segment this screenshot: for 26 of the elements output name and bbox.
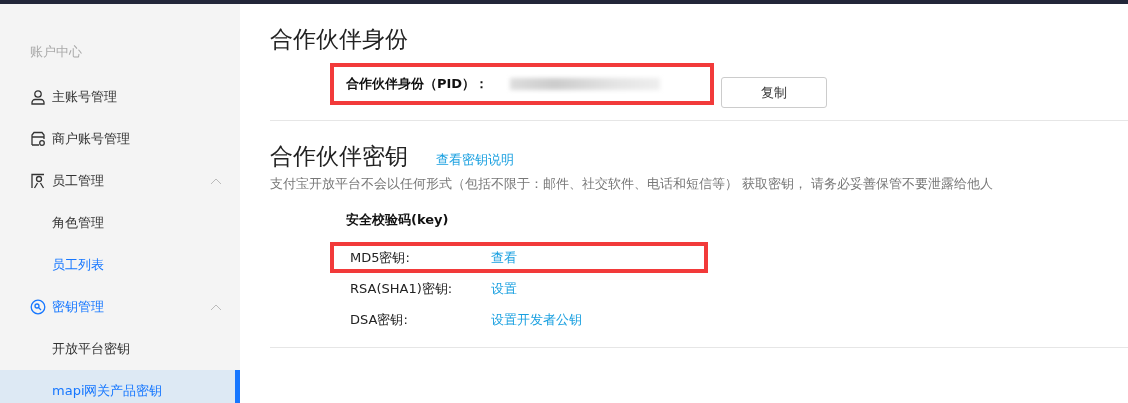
sidebar-item[interactable]: 角色管理 — [0, 202, 240, 244]
pid-label: 合作伙伴身份（PID）： — [346, 75, 489, 93]
key-action-link[interactable]: 设置开发者公钥 — [491, 310, 582, 329]
shop-icon — [30, 131, 46, 147]
section-title: 合作伙伴身份 — [270, 25, 409, 54]
key-label: RSA(SHA1)密钥: — [350, 279, 454, 298]
sidebar-item[interactable]: 员工列表 — [0, 244, 240, 286]
sidebar-item[interactable]: 密钥管理 — [0, 286, 240, 328]
key-action-link[interactable]: 查看 — [491, 248, 517, 267]
key-action-link[interactable]: 设置 — [491, 279, 517, 298]
sidebar-item[interactable]: 商户账号管理 — [0, 118, 240, 160]
key-icon — [30, 299, 46, 315]
sidebar-heading: 账户中心 — [29, 44, 83, 60]
sidebar-item[interactable]: 开放平台密钥 — [0, 328, 240, 370]
sidebar-item[interactable]: mapi网关产品密钥 — [0, 370, 240, 403]
copy-button[interactable]: 复制 — [721, 77, 827, 108]
help-link[interactable]: 查看密钥说明 — [436, 151, 514, 169]
key-heading: 安全校验码(key) — [345, 211, 450, 229]
person-icon — [30, 89, 46, 105]
sidebar-item[interactable]: 员工管理 — [0, 160, 240, 202]
notice-text: 支付宝开放平台不会以任何形式（包括不限于：邮件、社交软件、电话和短信等） 获取密钥， 请务必妥善保管不要泄露给他人 — [270, 176, 994, 193]
section-title: 合作伙伴密钥 — [270, 142, 408, 171]
sidebar-item[interactable]: 主账号管理 — [0, 76, 240, 118]
key-label: MD5密钥: — [350, 248, 411, 267]
key-label: DSA密钥: — [350, 310, 409, 329]
staff-icon — [30, 173, 46, 189]
